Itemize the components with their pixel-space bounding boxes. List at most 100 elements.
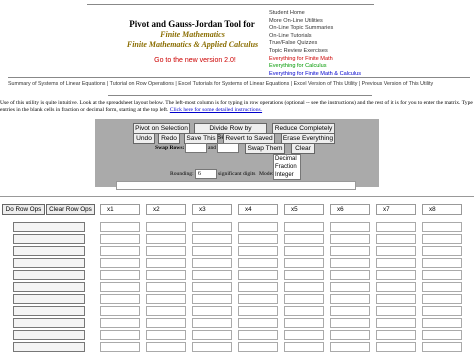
matrix-cell[interactable] [284,294,324,304]
clear-swap-button[interactable]: Clear [291,143,315,154]
matrix-cell[interactable] [422,258,462,268]
matrix-cell[interactable] [192,270,232,280]
row-op-input[interactable] [13,270,85,280]
matrix-cell[interactable] [146,294,186,304]
swap-row-b-input[interactable] [217,143,239,153]
matrix-cell[interactable] [422,234,462,244]
matrix-cell[interactable] [238,306,278,316]
row-op-input[interactable] [13,282,85,292]
matrix-cell[interactable] [330,282,370,292]
matrix-cell[interactable] [146,342,186,352]
matrix-cell[interactable] [422,222,462,232]
matrix-cell[interactable] [376,246,416,256]
matrix-cell[interactable] [192,282,232,292]
clear-row-ops-button[interactable]: Clear Row Ops [46,204,95,215]
nav-link[interactable]: More On-Line Utilities [269,18,361,26]
matrix-cell[interactable] [146,330,186,340]
matrix-cell[interactable] [376,294,416,304]
new-version-link[interactable]: Go to the new version 2.0! [120,57,270,64]
matrix-cell[interactable] [422,330,462,340]
matrix-cell[interactable] [376,222,416,232]
mode-option[interactable]: Fraction [275,163,300,171]
matrix-cell[interactable] [192,222,232,232]
matrix-cell[interactable] [376,282,416,292]
nav-link[interactable]: Topic Review Exercises [269,48,361,56]
matrix-cell[interactable] [330,270,370,280]
matrix-cell[interactable] [100,306,140,316]
matrix-cell[interactable] [238,342,278,352]
matrix-cell[interactable] [192,318,232,328]
matrix-cell[interactable] [100,246,140,256]
matrix-cell[interactable] [238,270,278,280]
matrix-cell[interactable] [330,306,370,316]
matrix-cell[interactable] [100,234,140,244]
matrix-cell[interactable] [422,282,462,292]
matrix-cell[interactable] [146,246,186,256]
mode-option[interactable]: Decimal [275,155,300,163]
swap-row-a-input[interactable] [185,143,207,153]
row-op-input[interactable] [13,318,85,328]
nav-link[interactable]: Everything for Finite Math [269,56,361,64]
matrix-cell[interactable] [284,318,324,328]
matrix-cell[interactable] [100,294,140,304]
matrix-cell[interactable] [284,234,324,244]
matrix-cell[interactable] [376,258,416,268]
matrix-cell[interactable] [100,342,140,352]
matrix-cell[interactable] [422,318,462,328]
matrix-cell[interactable] [100,282,140,292]
do-row-ops-button[interactable]: Do Row Ops [2,204,45,215]
matrix-cell[interactable] [422,246,462,256]
matrix-cell[interactable] [238,258,278,268]
matrix-cell[interactable] [192,294,232,304]
matrix-cell[interactable] [146,258,186,268]
instructions-link[interactable]: Click here for some detailed instruction… [170,107,262,113]
matrix-cell[interactable] [192,246,232,256]
matrix-cell[interactable] [192,234,232,244]
matrix-cell[interactable] [330,294,370,304]
matrix-cell[interactable] [100,318,140,328]
matrix-cell[interactable] [376,330,416,340]
row-op-input[interactable] [13,342,85,352]
matrix-cell[interactable] [284,222,324,232]
matrix-cell[interactable] [330,342,370,352]
matrix-cell[interactable] [422,270,462,280]
matrix-cell[interactable] [330,222,370,232]
row-op-input[interactable] [13,330,85,340]
mode-option[interactable]: Integer [275,171,300,179]
redo-button[interactable]: Redo [158,133,180,144]
matrix-cell[interactable] [146,306,186,316]
matrix-cell[interactable] [238,330,278,340]
matrix-cell[interactable] [376,342,416,352]
matrix-cell[interactable] [192,306,232,316]
matrix-cell[interactable] [146,270,186,280]
undo-button[interactable]: Undo [133,133,155,144]
matrix-cell[interactable] [284,270,324,280]
matrix-cell[interactable] [330,246,370,256]
matrix-cell[interactable] [376,270,416,280]
matrix-cell[interactable] [100,330,140,340]
matrix-cell[interactable] [238,246,278,256]
mode-select[interactable]: Decimal Fraction Integer [273,154,301,180]
row-op-input[interactable] [13,246,85,256]
swap-them-button[interactable]: Swap Them [245,143,285,154]
nav-link[interactable]: Student Home [269,10,361,18]
matrix-cell[interactable] [192,258,232,268]
matrix-cell[interactable] [422,294,462,304]
matrix-cell[interactable] [238,234,278,244]
matrix-cell[interactable] [146,222,186,232]
matrix-cell[interactable] [146,318,186,328]
matrix-cell[interactable] [192,330,232,340]
matrix-cell[interactable] [284,342,324,352]
row-op-input[interactable] [13,258,85,268]
matrix-cell[interactable] [100,258,140,268]
nav-link[interactable]: On-Line Topic Summaries [269,25,361,33]
matrix-cell[interactable] [238,318,278,328]
matrix-cell[interactable] [238,282,278,292]
matrix-cell[interactable] [330,258,370,268]
matrix-cell[interactable] [284,282,324,292]
row-op-input[interactable] [13,222,85,232]
matrix-cell[interactable] [146,234,186,244]
matrix-cell[interactable] [238,294,278,304]
matrix-cell[interactable] [284,306,324,316]
matrix-cell[interactable] [238,222,278,232]
